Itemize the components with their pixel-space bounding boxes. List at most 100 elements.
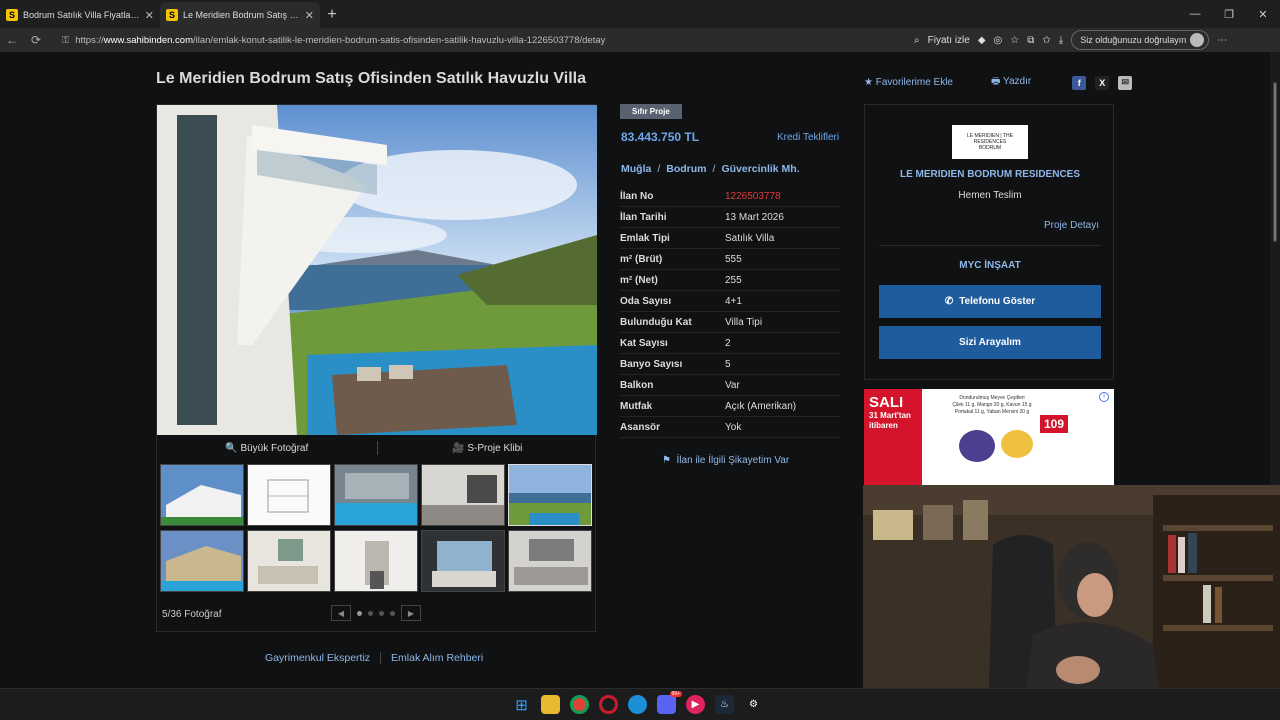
show-phone-label: Telefonu Göster	[959, 296, 1036, 307]
add-favorites-link[interactable]: ★ Favorilerime Ekle	[864, 77, 953, 88]
close-tab-icon[interactable]: ✕	[145, 9, 154, 22]
location-province-link[interactable]: Muğla	[621, 163, 651, 175]
tag-icon[interactable]: ◆	[978, 35, 986, 46]
minimize-icon[interactable]: —	[1178, 0, 1212, 28]
favorites-icon[interactable]: ✩	[1042, 35, 1050, 46]
mail-icon[interactable]: ✉	[1118, 75, 1133, 90]
settings-icon[interactable]: ⚙	[744, 695, 763, 714]
refresh-icon[interactable]: ⟳	[24, 33, 48, 47]
pager-dot[interactable]	[390, 610, 395, 616]
restore-icon[interactable]: ❐	[1212, 0, 1246, 28]
thumbnail[interactable]	[160, 464, 244, 526]
detail-row: Asansör Yok	[620, 417, 840, 438]
report-listing-link[interactable]: ⚑ İlan ile İlgili Şikayetim Var	[662, 455, 789, 466]
windows-start-icon[interactable]: ⊞	[512, 695, 531, 714]
pager-dot[interactable]	[357, 610, 362, 616]
company-name-link[interactable]: MYC İNŞAAT	[865, 260, 1115, 271]
thumbnail[interactable]	[334, 530, 418, 592]
detail-row: Balkon Var	[620, 375, 840, 396]
price-watch-button[interactable]: Fiyatı izle	[928, 35, 970, 46]
ad-info-icon[interactable]: i	[1099, 392, 1109, 402]
project-logo[interactable]: LE MERIDIEN | THE RESIDENCES BODRUM	[952, 125, 1028, 159]
video-button[interactable]: 🎥 S-Proje Klibi	[378, 443, 598, 454]
detail-row: Oda Sayısı 4+1	[620, 291, 840, 312]
thumbnail[interactable]	[421, 530, 505, 592]
detail-value: Var	[725, 379, 740, 391]
print-link[interactable]: 🖶 Yazdır	[991, 74, 1031, 91]
detail-key: İlan Tarihi	[620, 211, 667, 223]
thumbnail[interactable]	[160, 530, 244, 592]
browser-tab-1[interactable]: S Bodrum Satılık Villa Fiyatları ve Vill…	[0, 2, 160, 28]
thumbnail-selected[interactable]	[508, 464, 592, 526]
thumbnail[interactable]	[247, 530, 331, 592]
main-photo[interactable]	[157, 105, 597, 435]
thumbnail[interactable]	[247, 464, 331, 526]
x-share-icon[interactable]: X	[1095, 75, 1110, 90]
edge-icon[interactable]	[628, 695, 647, 714]
steam-icon[interactable]: ♨	[715, 695, 734, 714]
ad-text-line: Dondurulmuş Meyve Çeşitleri	[959, 395, 1025, 401]
buying-guide-link[interactable]: Emlak Alım Rehberi	[391, 652, 483, 664]
phone-icon: ✆	[944, 296, 954, 307]
browser-tab-2[interactable]: S Le Meridien Bodrum Satış Ofisinden ✕	[160, 2, 320, 28]
project-name-link[interactable]: LE MERIDIEN BODRUM RESIDENCES	[865, 169, 1115, 180]
webcam-image	[863, 485, 1280, 720]
ad-text-line: Portakal 11 g, Yaban Mersini 20 g	[954, 409, 1030, 415]
file-explorer-icon[interactable]	[541, 695, 560, 714]
thumbnail-image	[422, 465, 504, 525]
thumbnail[interactable]	[334, 464, 418, 526]
detail-value: 255	[725, 274, 742, 286]
thumbnail-image	[161, 531, 243, 591]
more-menu-icon[interactable]: ⋯	[1217, 35, 1227, 46]
close-window-icon[interactable]: ✕	[1246, 0, 1280, 28]
breadcrumb-separator: /	[657, 163, 661, 175]
opera-icon[interactable]	[599, 695, 618, 714]
site-info-icon[interactable]: ⚿	[62, 35, 69, 46]
detail-value: 4+1	[725, 295, 742, 307]
big-photo-button[interactable]: 🔍 Büyük Fotoğraf	[157, 443, 377, 454]
pager-dot[interactable]	[379, 610, 384, 616]
detail-value: Yok	[725, 421, 742, 433]
thumbnail-image	[509, 465, 591, 525]
listing-price: 83.443.750 TL	[621, 130, 700, 144]
credit-offers-link[interactable]: Kredi Teklifleri	[777, 132, 839, 143]
pager-dot[interactable]	[368, 610, 373, 616]
thumbnail-image	[161, 465, 243, 525]
next-page-icon[interactable]: ▶	[401, 605, 421, 621]
webcam-overlay	[863, 485, 1280, 720]
project-detail-link[interactable]: Proje Detayı	[1044, 220, 1099, 231]
facebook-icon[interactable]: f	[1072, 75, 1087, 90]
advertisement[interactable]: SALI 31 Mart'tan itibaren Dondurulmuş Me…	[864, 389, 1114, 485]
detail-row: Emlak Tipi Satılık Villa	[620, 228, 840, 249]
prev-page-icon[interactable]: ◀	[331, 605, 351, 621]
scrollbar-thumb[interactable]	[1273, 82, 1277, 242]
breadcrumb-separator: /	[712, 163, 716, 175]
thumbnail[interactable]	[508, 530, 592, 592]
sahibinden-favicon-icon: S	[6, 9, 18, 21]
favorite-star-icon[interactable]: ☆	[1010, 35, 1019, 46]
project-box: LE MERIDIEN | THE RESIDENCES BODRUM LE ME…	[864, 104, 1114, 380]
discord-icon[interactable]: 99+	[657, 691, 682, 714]
new-tab-button[interactable]: +	[320, 2, 344, 28]
chrome-icon[interactable]	[570, 695, 589, 714]
back-icon[interactable]: ←	[0, 33, 24, 47]
location-district-link[interactable]: Bodrum	[666, 163, 706, 175]
show-phone-button[interactable]: ✆ Telefonu Göster	[879, 285, 1101, 318]
location-neighborhood-link[interactable]: Güvercinlik Mh.	[721, 163, 799, 175]
appraisal-link[interactable]: Gayrimenkul Ekspertiz	[265, 652, 370, 664]
close-tab-icon[interactable]: ✕	[305, 9, 314, 22]
thumbnail[interactable]	[421, 464, 505, 526]
call-me-button[interactable]: Sizi Arayalım	[879, 326, 1101, 359]
zoom-icon[interactable]: ⌕	[914, 35, 920, 46]
extensions-icon[interactable]: ⧉	[1027, 35, 1034, 46]
extension-icon[interactable]: ◎	[994, 35, 1003, 46]
detail-row: Kat Sayısı 2	[620, 333, 840, 354]
signin-button[interactable]: Siz olduğunuzu doğrulayın	[1071, 30, 1210, 50]
thumbnail-image	[248, 531, 330, 591]
detail-key: Banyo Sayısı	[620, 358, 683, 370]
detail-row: Bulunduğu Kat Villa Tipi	[620, 312, 840, 333]
media-player-icon[interactable]: ▶	[686, 695, 705, 714]
url-field[interactable]: ⚿ https://www.sahibinden.com/ilan/emlak-…	[54, 30, 914, 50]
ad-day: SALI	[869, 394, 904, 411]
download-icon[interactable]: ⤓	[1059, 35, 1063, 46]
